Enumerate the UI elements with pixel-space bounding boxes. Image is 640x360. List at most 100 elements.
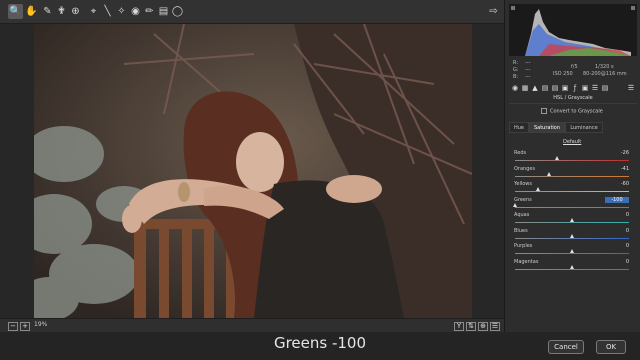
b-value: --- (525, 74, 531, 80)
iso: ISO 250 (553, 71, 573, 77)
effects-icon[interactable]: ƒ (571, 84, 579, 93)
snapshots-icon[interactable]: ▤ (601, 84, 609, 93)
tone-curve-icon[interactable]: ▦ (521, 84, 529, 93)
zoom-tool-icon[interactable]: 🔍 (8, 4, 23, 19)
checkbox-icon[interactable] (541, 108, 547, 114)
canvas-status-bar: − + 19% Y ⇅ ⊕ ☰ (0, 318, 504, 332)
lens: 80-200@116 mm (583, 71, 627, 77)
slider-value[interactable]: -60 (605, 181, 629, 187)
compare-y-icon[interactable]: Y (454, 322, 464, 331)
zoom-in-icon[interactable]: + (20, 322, 30, 331)
b-label: B: (513, 74, 519, 80)
slider-label: Blues (514, 227, 528, 234)
slider-track[interactable] (515, 237, 629, 239)
color-sampler-icon[interactable]: ✟ (54, 4, 69, 19)
camera-info: R: --- G: --- B: --- f/5 1/320 s ISO 250… (513, 60, 635, 82)
slider-track[interactable] (515, 160, 629, 161)
slider-label: Reds (514, 150, 527, 156)
slider-value[interactable]: -41 (605, 166, 629, 172)
slider-thumb[interactable] (513, 202, 517, 207)
copy-settings-icon[interactable]: ⊕ (478, 322, 488, 331)
default-link[interactable]: Default (563, 139, 581, 145)
slider-value[interactable]: -100 (605, 196, 629, 203)
r-label: R: (513, 60, 519, 66)
convert-grayscale-checkbox[interactable]: Convert to Grayscale (541, 108, 603, 115)
r-value: --- (525, 60, 531, 66)
swap-settings-icon[interactable]: ⇅ (466, 322, 476, 331)
image-canvas[interactable] (0, 24, 504, 318)
slider-value[interactable]: 0 (605, 228, 629, 234)
slider-label: Oranges (514, 165, 536, 172)
presets-icon[interactable]: ☰ (591, 84, 599, 93)
red-eye-icon[interactable]: ◉ (128, 4, 143, 19)
slider-magentas[interactable]: Magentas 0 (513, 259, 637, 275)
detail-icon[interactable]: ▲ (531, 84, 539, 93)
cancel-button[interactable]: Cancel (548, 340, 584, 354)
g-value: --- (525, 67, 531, 73)
slider-thumb[interactable] (570, 249, 574, 253)
export-icon[interactable]: ⇨ (486, 4, 501, 19)
slider-label: Purples (514, 243, 533, 249)
zoom-level[interactable]: 19% (34, 321, 47, 328)
ok-button[interactable]: OK (596, 340, 626, 354)
slider-label: Yellows (514, 181, 532, 187)
aperture: f/5 (571, 64, 578, 70)
shutter: 1/320 s (595, 64, 614, 70)
caption-text: Greens -100 (273, 334, 367, 352)
panel-menu-icon[interactable]: ☰ (627, 84, 635, 93)
basic-icon[interactable]: ◉ (511, 84, 519, 93)
tool-bar: 🔍 ✋ ✎ ✟ ⊕ ⌖ ╲ ✧ ◉ ✏ ▤ ◯ ⇨ (0, 0, 504, 24)
slider-value[interactable]: 0 (605, 212, 629, 218)
hand-tool-icon[interactable]: ✋ (24, 4, 39, 19)
slider-aquas[interactable]: Aquas 0 (513, 212, 637, 228)
slider-yellows[interactable]: Yellows -60 (513, 181, 637, 197)
slider-greens[interactable]: Greens -100 (513, 196, 637, 213)
g-label: G: (513, 67, 519, 73)
slider-thumb[interactable] (570, 218, 574, 222)
slider-reds[interactable]: Reds -26 (513, 150, 637, 166)
crop-icon[interactable]: ⌖ (86, 4, 101, 19)
slider-purples[interactable]: Purples 0 (513, 243, 637, 259)
bottom-bar: Greens -100 Cancel OK (0, 332, 640, 360)
slider-value[interactable]: -26 (605, 150, 629, 156)
photo-preview (34, 24, 472, 318)
white-balance-icon[interactable]: ✎ (40, 4, 55, 19)
hsl-icon[interactable]: ▤ (541, 84, 549, 93)
slider-thumb[interactable] (570, 233, 574, 238)
camera-calibration-icon[interactable]: ▣ (581, 84, 589, 93)
slider-thumb[interactable] (555, 156, 560, 160)
slider-thumb[interactable] (535, 187, 540, 191)
slider-value[interactable]: 0 (605, 259, 629, 265)
slider-track[interactable] (515, 206, 629, 208)
graduated-filter-icon[interactable]: ▤ (156, 4, 171, 19)
slider-value[interactable]: 0 (605, 243, 629, 249)
settings-panel: R: --- G: --- B: --- f/5 1/320 s ISO 250… (504, 0, 640, 332)
split-toning-icon[interactable]: ▤ (551, 84, 559, 93)
section-title: HSL / Grayscale (509, 95, 637, 104)
slider-track[interactable] (515, 222, 629, 223)
spot-removal-icon[interactable]: ✧ (114, 4, 129, 19)
slider-track[interactable] (515, 268, 629, 270)
tab-saturation[interactable]: Saturation (529, 122, 565, 133)
slider-thumb[interactable] (546, 171, 551, 176)
slider-track[interactable] (515, 175, 629, 177)
tab-hue[interactable]: Hue (509, 122, 529, 133)
hsl-tabs: Hue Saturation Luminance (509, 122, 637, 133)
lens-icon[interactable]: ▣ (561, 84, 569, 93)
convert-grayscale-label: Convert to Grayscale (550, 108, 603, 115)
targeted-adjustment-icon[interactable]: ⊕ (68, 4, 83, 19)
slider-label: Magentas (514, 258, 539, 265)
slider-track[interactable] (515, 253, 629, 254)
tab-luminance[interactable]: Luminance (565, 122, 603, 133)
adjustment-brush-icon[interactable]: ✏ (142, 4, 157, 19)
slider-track[interactable] (515, 191, 629, 192)
radial-filter-icon[interactable]: ◯ (170, 4, 185, 19)
panel-icons: ◉ ▦ ▲ ▤ ▤ ▣ ƒ ▣ ☰ ▤ ☰ (509, 84, 637, 94)
zoom-out-icon[interactable]: − (8, 322, 18, 331)
slider-thumb[interactable] (570, 264, 574, 269)
preferences-icon[interactable]: ☰ (490, 322, 500, 331)
slider-oranges[interactable]: Oranges -41 (513, 166, 637, 182)
slider-label: Aquas (514, 212, 530, 218)
straighten-icon[interactable]: ╲ (100, 4, 115, 19)
slider-blues[interactable]: Blues 0 (513, 228, 637, 244)
